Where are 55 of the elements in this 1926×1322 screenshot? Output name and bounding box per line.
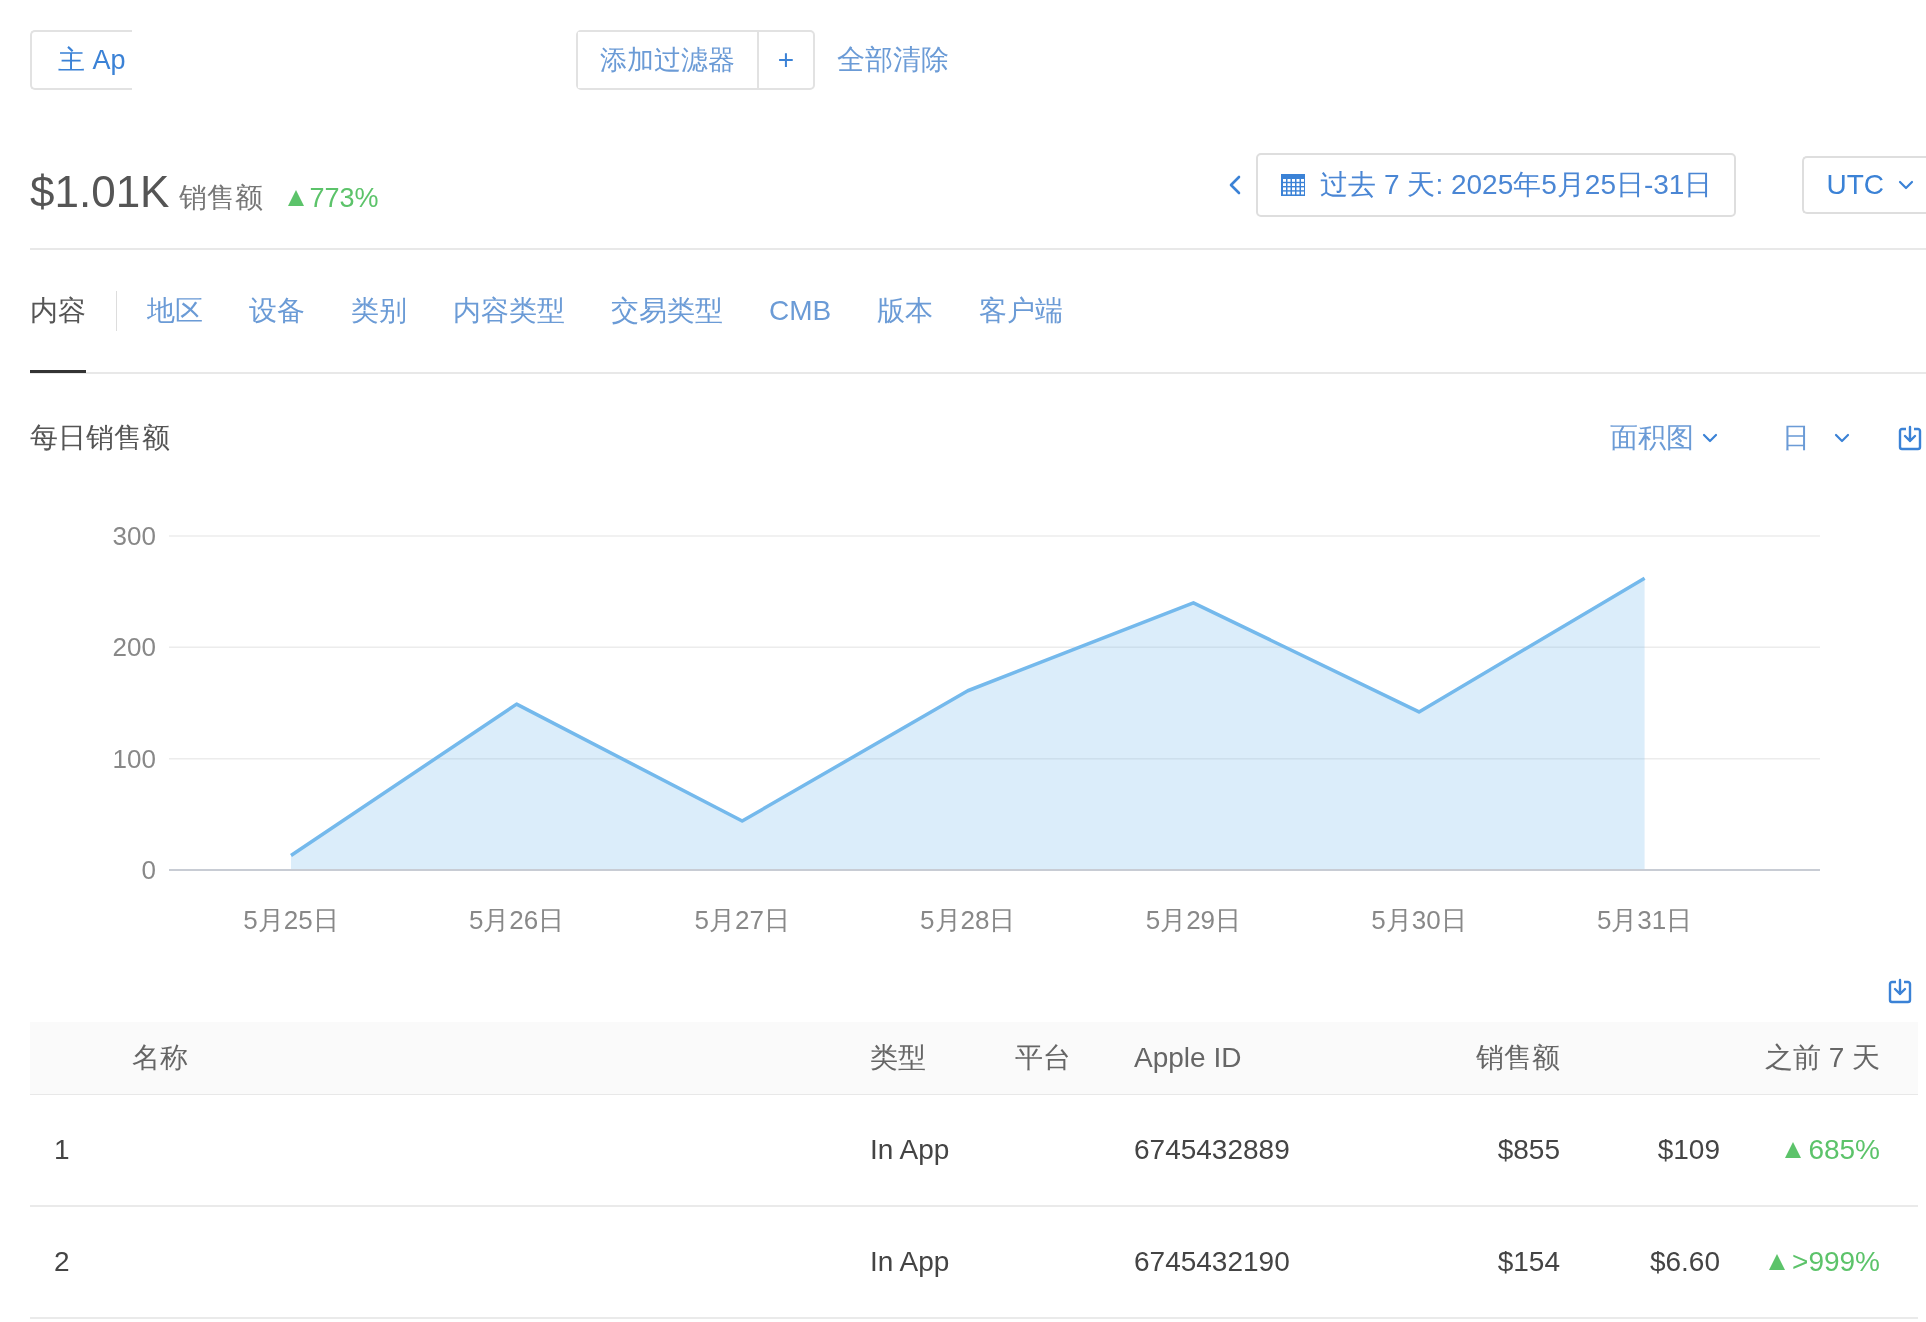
column-header: 之前 7 天: [1763, 1041, 1881, 1075]
clear-all-link[interactable]: 全部清除: [837, 41, 949, 79]
table-cell-text: $855: [1496, 1134, 1560, 1166]
column-header: 销售额: [1475, 1041, 1560, 1075]
table-cell-text: In App: [870, 1134, 951, 1166]
y-axis-label: 100: [112, 743, 156, 774]
x-axis-label: 5月29日: [1145, 905, 1242, 935]
table-cell-text: 1: [53, 1134, 71, 1166]
table-cell-text: $109: [1656, 1134, 1720, 1166]
column-header: 类型: [870, 1041, 927, 1075]
tab[interactable]: 地区: [147, 251, 203, 373]
y-axis-label: 300: [112, 521, 156, 551]
y-axis-label: 0: [141, 855, 156, 885]
chevron-down-icon: [1834, 431, 1850, 445]
tab[interactable]: 内容: [30, 251, 86, 373]
x-axis-label: 5月28日: [920, 905, 1016, 935]
x-axis-label: 5月27日: [694, 905, 790, 935]
add-button[interactable]: +: [759, 32, 813, 88]
timezone-dropdown[interactable]: UTC: [1802, 156, 1926, 214]
tab[interactable]: 内容类型: [453, 251, 565, 373]
chevron-down-icon: [1898, 178, 1914, 192]
chevron-left-icon[interactable]: [1228, 173, 1243, 197]
column-header: 平台: [1015, 1041, 1072, 1075]
table-cell-text: 2: [53, 1246, 71, 1278]
column-header: Apple ID: [1134, 1042, 1243, 1074]
column-header: 名称: [131, 1041, 189, 1075]
chevron-down-icon: [1702, 431, 1718, 445]
table-cell-text: $6.60: [1648, 1246, 1720, 1278]
tab[interactable]: 版本: [877, 251, 934, 373]
tab[interactable]: 客户端: [979, 251, 1064, 373]
add-filter-button[interactable]: 添加过滤器: [578, 32, 759, 88]
tab[interactable]: CMB: [769, 251, 832, 373]
chart-title: 每日销售额: [30, 421, 170, 455]
x-axis-label: 5月26日: [468, 905, 565, 935]
table-cell-text: 6745432190: [1134, 1246, 1291, 1278]
x-axis-label: 5月30日: [1371, 905, 1467, 935]
x-axis-label: 5月25日: [243, 905, 339, 935]
calendar-icon: [1280, 173, 1307, 197]
app-filter-button[interactable]: 主 Ap: [30, 30, 132, 90]
table-cell-text: In App: [870, 1246, 951, 1278]
sales-label: 销售额: [179, 181, 264, 215]
x-axis-label: 5月31日: [1596, 905, 1693, 935]
download-icon[interactable]: [1898, 423, 1922, 453]
tab[interactable]: 类别: [351, 251, 407, 373]
download-icon[interactable]: [1888, 976, 1912, 1006]
change-percent: 685%: [1808, 1134, 1880, 1166]
y-axis-label: 200: [112, 632, 156, 663]
tab[interactable]: 交易类型: [611, 251, 723, 373]
sales-total: $1.01K: [30, 167, 170, 217]
table-cell-text: 6745432889: [1134, 1134, 1291, 1166]
tab[interactable]: 设备: [249, 251, 305, 373]
table-cell-text: $154: [1496, 1246, 1560, 1278]
change-percent: 773%: [309, 182, 379, 214]
date-range-button[interactable]: 过去 7 天: 2025年5月25日-31日: [1256, 153, 1737, 217]
change-percent: >999%: [1792, 1246, 1880, 1278]
